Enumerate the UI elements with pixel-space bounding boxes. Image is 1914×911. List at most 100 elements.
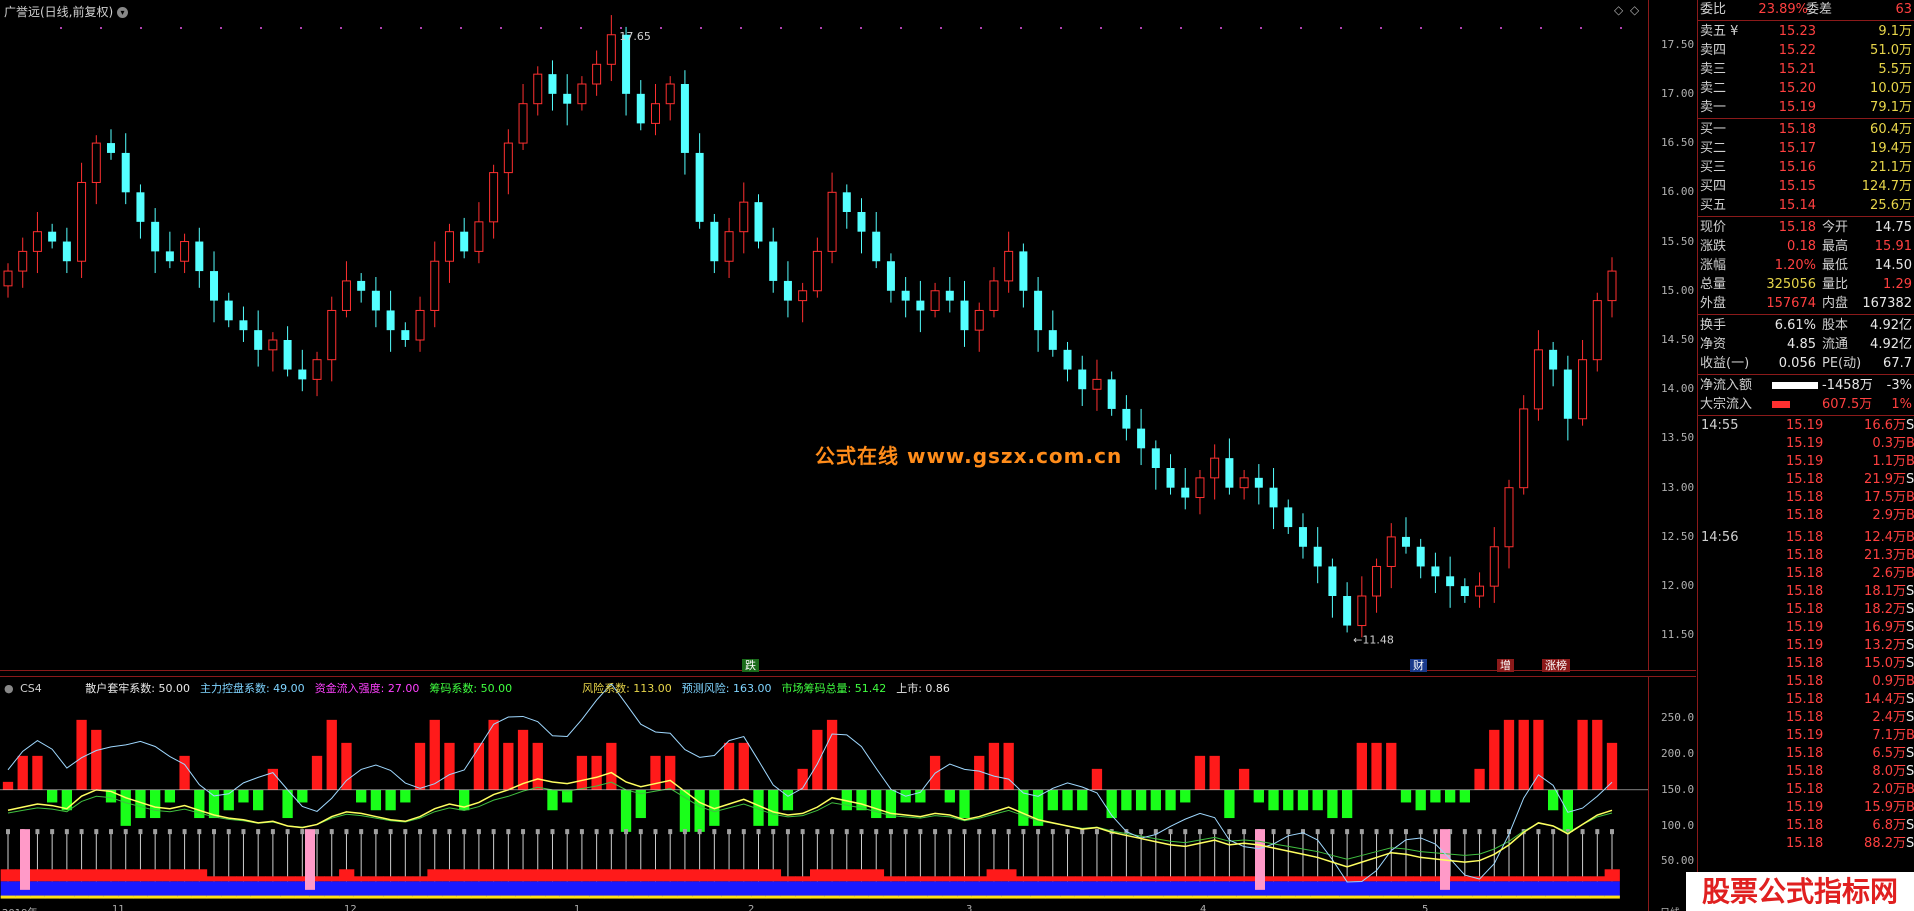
event-marker[interactable]: 财 — [1410, 659, 1427, 672]
candle-body — [1401, 536, 1410, 547]
tick-price: 15.18 — [1786, 602, 1824, 617]
indicator-floor — [294, 895, 311, 899]
indicator-base — [1295, 881, 1311, 897]
indicator-floor — [1398, 895, 1414, 899]
candle-body — [916, 300, 925, 311]
row-value: 1.20% — [1774, 258, 1816, 273]
indicator-bar-down — [1415, 789, 1426, 811]
indicator-bar-up — [1577, 719, 1588, 790]
indicator-bar-down — [959, 789, 970, 819]
indicator-menu-icon[interactable]: ● — [4, 682, 14, 695]
indicator-cap — [947, 829, 952, 835]
price-chart[interactable]: 17.65 ←11.48 — [0, 0, 1648, 670]
indicator-base-top — [1192, 876, 1208, 882]
indicator-base — [486, 881, 502, 897]
flow-row: 大宗流入 607.5万 1% — [1698, 395, 1914, 414]
indicator-floor — [1177, 895, 1194, 899]
chart-divider — [0, 670, 1696, 671]
indicator-cap — [1374, 829, 1379, 835]
candle-body — [1195, 477, 1205, 499]
indicator-base — [603, 881, 620, 897]
indicator-bar-down — [370, 789, 382, 811]
indicator-floor — [1383, 895, 1400, 899]
candle-body — [636, 93, 645, 124]
indicator-cap — [1168, 829, 1173, 835]
price-tick: 15.50 — [1661, 234, 1695, 248]
candle-body — [401, 330, 410, 340]
indicator-floor — [339, 895, 355, 899]
indicator-cap — [1330, 829, 1335, 835]
indicator-base — [1457, 881, 1473, 897]
candle-body — [77, 181, 87, 262]
tick-price: 15.19 — [1786, 418, 1824, 433]
tick-side: S — [1906, 638, 1914, 653]
indicator-floor — [1413, 895, 1429, 899]
indicator-cap — [197, 829, 202, 835]
indicator-param-bar: ● CS4 散户套牢系数: 50.00 主力控盘系数: 49.00 资金流入强度: … — [4, 680, 960, 696]
indicator-cap — [1315, 829, 1320, 835]
indicator-param: 上市: 0.86 — [896, 682, 950, 695]
bid-volume: 25.6万 — [1870, 198, 1912, 213]
row-label: 现价 — [1700, 220, 1727, 235]
candle-body — [1549, 349, 1558, 370]
indicator-base — [221, 881, 237, 897]
indicator-floor — [913, 895, 929, 899]
event-marker[interactable]: 跌 — [742, 659, 759, 672]
indicator-base-top — [103, 869, 119, 882]
indicator-floor — [854, 895, 870, 899]
tick-volume: 1.1万 — [1872, 454, 1906, 469]
ask-volume: 5.5万 — [1878, 62, 1912, 77]
candle-body — [1004, 250, 1014, 282]
chart-title[interactable]: 广誉远(日线,前复权) ▾ — [4, 3, 129, 20]
candle-body — [1504, 487, 1514, 548]
tick-price: 15.18 — [1786, 674, 1824, 689]
indicator-base — [1560, 881, 1576, 897]
indicator-floor — [677, 895, 693, 899]
indicator-base-top — [736, 869, 752, 882]
signal-dot — [1620, 27, 1622, 29]
diamond-icon[interactable]: ◇ — [1614, 3, 1623, 17]
indicator-chart[interactable] — [0, 677, 1648, 911]
chevron-down-icon[interactable]: ▾ — [117, 7, 129, 18]
indicator-floor — [59, 895, 75, 899]
candle-body — [415, 309, 425, 341]
row-value-2: 167382 — [1862, 296, 1912, 311]
signal-dot — [220, 27, 222, 29]
tick-price: 15.18 — [1786, 764, 1824, 779]
indicator-cap — [668, 829, 673, 835]
row-label-2: 今开 — [1822, 220, 1849, 235]
diff-label: 委差 — [1806, 2, 1833, 17]
indicator-floor — [883, 895, 899, 899]
indicator-base-top — [1030, 876, 1046, 882]
indicator-base-top — [633, 869, 649, 882]
event-marker[interactable]: 涨榜 — [1542, 659, 1570, 672]
indicator-floor — [1222, 895, 1238, 899]
expand-icon[interactable]: ◇ — [1630, 3, 1639, 17]
tick-price: 15.18 — [1786, 548, 1824, 563]
indicator-base-top — [1604, 869, 1620, 882]
event-marker[interactable]: 增 — [1497, 659, 1514, 672]
tick-side: B — [1906, 800, 1914, 815]
indicator-base-top — [692, 869, 708, 882]
candle-body — [989, 280, 999, 311]
indicator-cap — [1227, 829, 1232, 835]
candle-body — [210, 271, 219, 301]
candle-body — [48, 231, 57, 242]
candle-body — [1533, 349, 1543, 410]
indicator-name[interactable]: CS4 — [20, 682, 42, 695]
indicator-floor — [1560, 895, 1576, 899]
indicator-floor — [795, 895, 811, 899]
candle-body — [327, 309, 337, 361]
indicator-cap — [1610, 829, 1614, 835]
indicator-floor — [427, 895, 443, 899]
tick-side: S — [1906, 692, 1914, 707]
indicator-bar-down — [1165, 789, 1176, 811]
signal-dot — [1460, 27, 1462, 29]
candle-body — [518, 103, 528, 144]
indicator-floor — [1280, 895, 1297, 899]
candle-body — [1489, 546, 1499, 587]
indicator-cap — [1197, 829, 1202, 835]
indicator-base — [1545, 881, 1561, 897]
candle-body — [1166, 468, 1175, 488]
tick-list[interactable]: 14:55 15.19 16.6万 S 15.19 0.3万 B 15.19 1.1万 B 15.1… — [1698, 417, 1914, 853]
